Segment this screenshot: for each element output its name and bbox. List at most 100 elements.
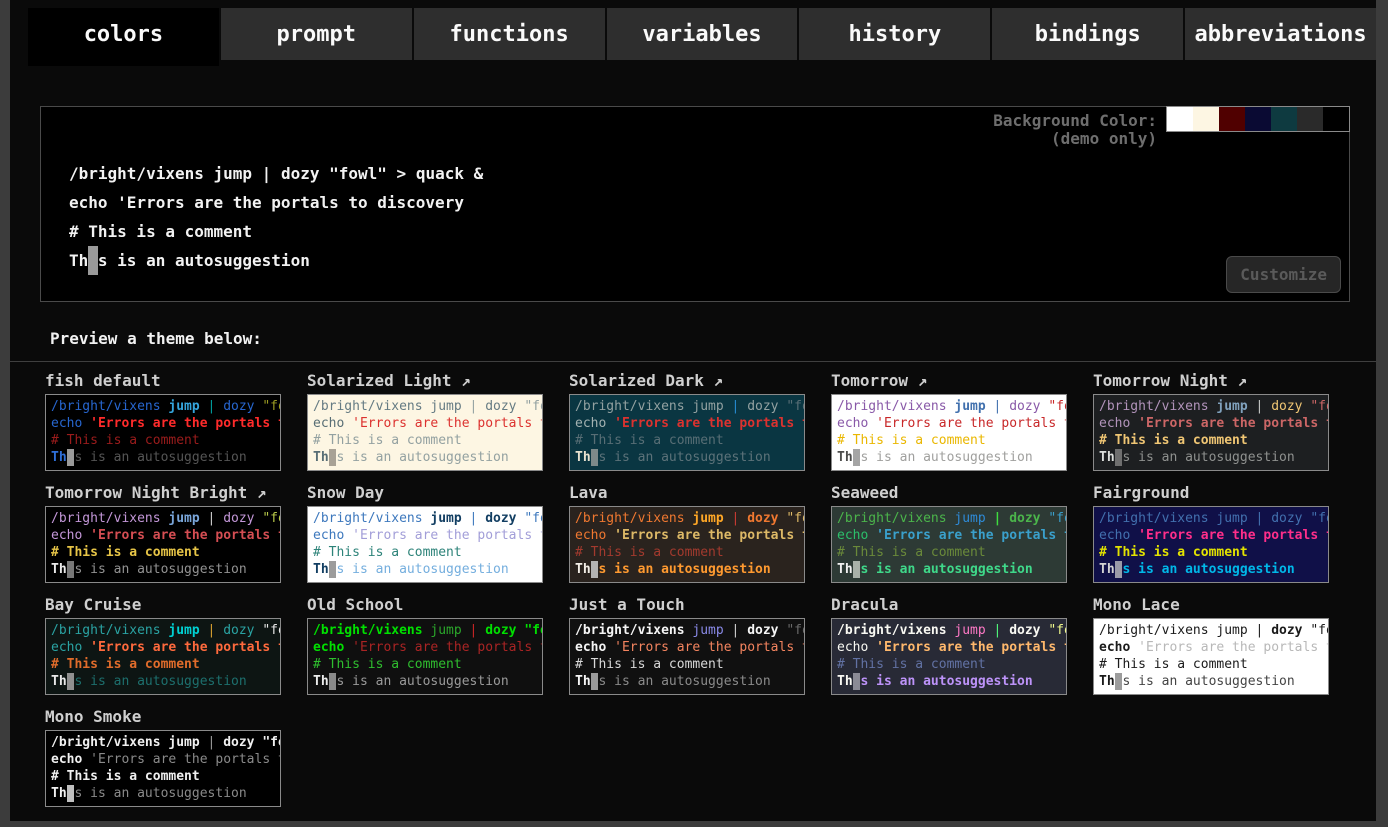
theme-title[interactable]: Solarized Dark ↗	[569, 371, 831, 391]
sample-line: echo 'Errors are the portals to discover…	[51, 527, 275, 544]
customize-button[interactable]: Customize	[1226, 256, 1341, 293]
background-color-label: Background Color: (demo only)	[993, 112, 1157, 148]
sample-line: echo 'Errors are the portals to discover…	[69, 188, 483, 217]
sample-line: echo 'Errors are the portals to discover…	[313, 415, 537, 432]
sample-line: /bright/vixens jump | dozy "fowl" > quac…	[313, 398, 537, 415]
sample-line: Th s is an autosuggestion	[51, 449, 275, 466]
theme-card-tomorrow[interactable]: /bright/vixens jump | dozy "fowl" > quac…	[831, 394, 1067, 471]
bg-swatch-6[interactable]	[1323, 107, 1349, 131]
theme-cell: Mono Lace/bright/vixens jump | dozy "fow…	[1093, 595, 1355, 695]
theme-cell: Bay Cruise/bright/vixens jump | dozy "fo…	[45, 595, 307, 695]
sample-line: # This is a comment	[1099, 544, 1323, 561]
theme-card-old-school[interactable]: /bright/vixens jump | dozy "fowl" > quac…	[307, 618, 543, 695]
theme-cell: Tomorrow Night Bright ↗ /bright/vixens ju…	[45, 483, 307, 583]
theme-cell: Lava/bright/vixens jump | dozy "fowl" > …	[569, 483, 831, 583]
background-color-label-line1: Background Color:	[993, 112, 1157, 130]
sample-line: echo 'Errors are the portals to discover…	[575, 415, 799, 432]
background-color-swatches	[1166, 106, 1350, 132]
theme-title: Snow Day	[307, 483, 569, 503]
theme-title: Fairground	[1093, 483, 1355, 503]
sample-line: Th s is an autosuggestion	[1099, 449, 1323, 466]
sample-line: # This is a comment	[51, 432, 275, 449]
demo-only-label: (demo only)	[993, 130, 1157, 148]
sample-line: echo 'Errors are the portals to discover…	[51, 639, 275, 656]
theme-cell: Solarized Dark ↗ /bright/vixens jump | do…	[569, 371, 831, 471]
theme-card-seaweed[interactable]: /bright/vixens jump | dozy "fowl" > quac…	[831, 506, 1067, 583]
sample-line: # This is a comment	[837, 432, 1061, 449]
theme-card-just-a-touch[interactable]: /bright/vixens jump | dozy "fowl" > quac…	[569, 618, 805, 695]
theme-cell: Mono Smoke/bright/vixens jump | dozy "fo…	[45, 707, 307, 807]
sample-line: /bright/vixens jump | dozy "fowl" > quac…	[1099, 510, 1323, 527]
theme-card-tomorrow-night[interactable]: /bright/vixens jump | dozy "fowl" > quac…	[1093, 394, 1329, 471]
sample-line: /bright/vixens jump | dozy "fowl" > quac…	[1099, 398, 1323, 415]
theme-card-mono-lace[interactable]: /bright/vixens jump | dozy "fowl" > quac…	[1093, 618, 1329, 695]
theme-card-lava[interactable]: /bright/vixens jump | dozy "fowl" > quac…	[569, 506, 805, 583]
theme-card-fish-default[interactable]: /bright/vixens jump | dozy "fowl" > quac…	[45, 394, 281, 471]
theme-card-bay-cruise[interactable]: /bright/vixens jump | dozy "fowl" > quac…	[45, 618, 281, 695]
sample-line: /bright/vixens jump | dozy "fowl" > quac…	[51, 398, 275, 415]
tab-bar: colorspromptfunctionsvariableshistorybin…	[10, 0, 1376, 66]
theme-cell: Old School/bright/vixens jump | dozy "fo…	[307, 595, 569, 695]
theme-title[interactable]: Tomorrow ↗	[831, 371, 1093, 391]
sample-line: echo 'Errors are the portals to discover…	[313, 639, 537, 656]
theme-cell: Seaweed/bright/vixens jump | dozy "fowl"…	[831, 483, 1093, 583]
theme-card-snow-day[interactable]: /bright/vixens jump | dozy "fowl" > quac…	[307, 506, 543, 583]
sample-line: echo 'Errors are the portals to discover…	[575, 639, 799, 656]
bg-swatch-4[interactable]	[1271, 107, 1297, 131]
theme-title: Mono Smoke	[45, 707, 307, 727]
sample-line: echo 'Errors are the portals to discover…	[837, 415, 1061, 432]
sample-line: Th s is an autosuggestion	[313, 561, 537, 578]
tab-functions[interactable]: functions	[414, 8, 605, 60]
theme-title: Dracula	[831, 595, 1093, 615]
bg-swatch-5[interactable]	[1297, 107, 1323, 131]
tab-variables[interactable]: variables	[607, 8, 798, 60]
theme-card-tomorrow-night-bright[interactable]: /bright/vixens jump | dozy "fowl" > quac…	[45, 506, 281, 583]
page: colorspromptfunctionsvariableshistorybin…	[10, 0, 1376, 821]
tab-bindings[interactable]: bindings	[992, 8, 1183, 60]
terminal-preview: /bright/vixens jump | dozy "fowl" > quac…	[69, 159, 483, 275]
sample-line: /bright/vixens jump | dozy "fowl" > quac…	[837, 510, 1061, 527]
bg-swatch-0[interactable]	[1167, 107, 1193, 131]
theme-cell: Tomorrow Night ↗ /bright/vixens jump | do…	[1093, 371, 1355, 471]
theme-title: Seaweed	[831, 483, 1093, 503]
tab-abbreviations[interactable]: abbreviations	[1185, 8, 1376, 60]
block-cursor	[88, 246, 98, 275]
sample-line: Th s is an autosuggestion	[69, 246, 483, 275]
theme-title[interactable]: Tomorrow Night Bright ↗	[45, 483, 307, 503]
sample-line: /bright/vixens jump | dozy "fowl" > quac…	[313, 510, 537, 527]
sample-line: Th s is an autosuggestion	[1099, 673, 1323, 690]
theme-card-mono-smoke[interactable]: /bright/vixens jump | dozy "fowl" > quac…	[45, 730, 281, 807]
sample-line: # This is a comment	[69, 217, 483, 246]
theme-title[interactable]: Solarized Light ↗	[307, 371, 569, 391]
sample-line: # This is a comment	[1099, 432, 1323, 449]
sample-line: Th s is an autosuggestion	[51, 785, 275, 802]
theme-cell: Dracula/bright/vixens jump | dozy "fowl"…	[831, 595, 1093, 695]
tab-history[interactable]: history	[799, 8, 990, 60]
theme-card-solarized-light[interactable]: /bright/vixens jump | dozy "fowl" > quac…	[307, 394, 543, 471]
sample-line: Th s is an autosuggestion	[575, 449, 799, 466]
sample-line: Th s is an autosuggestion	[51, 561, 275, 578]
bg-swatch-3[interactable]	[1245, 107, 1271, 131]
theme-cell: Just a Touch/bright/vixens jump | dozy "…	[569, 595, 831, 695]
tab-colors[interactable]: colors	[28, 8, 219, 66]
theme-card-dracula[interactable]: /bright/vixens jump | dozy "fowl" > quac…	[831, 618, 1067, 695]
theme-grid: fish default/bright/vixens jump | dozy "…	[10, 362, 1376, 819]
sample-line: # This is a comment	[1099, 656, 1323, 673]
sample-line: echo 'Errors are the portals to discover…	[575, 527, 799, 544]
theme-title: fish default	[45, 371, 307, 391]
sample-line: /bright/vixens jump | dozy "fowl" > quac…	[51, 510, 275, 527]
theme-title[interactable]: Tomorrow Night ↗	[1093, 371, 1355, 391]
theme-title: Just a Touch	[569, 595, 831, 615]
bg-swatch-1[interactable]	[1193, 107, 1219, 131]
theme-card-solarized-dark[interactable]: /bright/vixens jump | dozy "fowl" > quac…	[569, 394, 805, 471]
tab-prompt[interactable]: prompt	[221, 8, 412, 60]
bg-swatch-2[interactable]	[1219, 107, 1245, 131]
sample-line: Th s is an autosuggestion	[837, 449, 1061, 466]
sample-line: Th s is an autosuggestion	[1099, 561, 1323, 578]
sample-line: # This is a comment	[575, 432, 799, 449]
sample-line: /bright/vixens jump | dozy "fowl" > quac…	[51, 734, 275, 751]
theme-card-fairground[interactable]: /bright/vixens jump | dozy "fowl" > quac…	[1093, 506, 1329, 583]
sample-line: Th s is an autosuggestion	[575, 673, 799, 690]
theme-cell: fish default/bright/vixens jump | dozy "…	[45, 371, 307, 471]
sample-line: echo 'Errors are the portals to discover…	[1099, 527, 1323, 544]
